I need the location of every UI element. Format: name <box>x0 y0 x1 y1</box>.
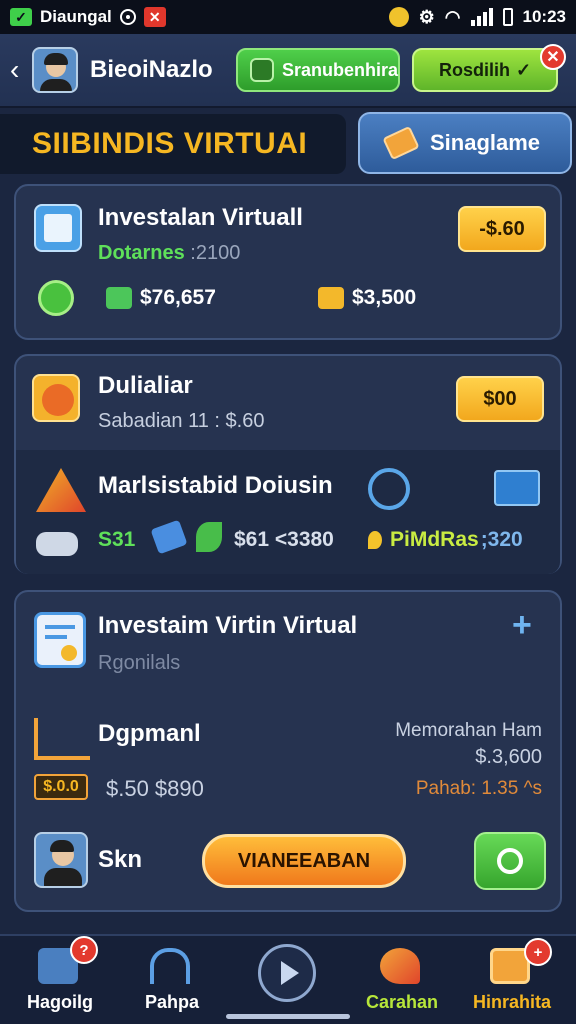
status-time: 10:23 <box>522 7 566 26</box>
nav-item-carahan[interactable]: Carahan <box>352 936 452 1024</box>
status-app-label: Diaungal <box>40 7 112 26</box>
value-chip: $.0.0 <box>34 774 88 800</box>
add-icon[interactable]: + <box>512 606 532 645</box>
stat-money: $76,657 <box>106 286 216 310</box>
card-detail-area <box>16 450 560 574</box>
stat-b: $61 <3380 <box>234 528 334 552</box>
home-indicator[interactable] <box>226 1014 350 1019</box>
nav-item-pahpa[interactable]: Pahpa <box>122 936 222 1024</box>
signal-icon <box>470 8 493 26</box>
plus-badge: + <box>524 938 552 966</box>
right-note: Pahab: 1.35 ^s <box>415 778 542 799</box>
nav-label: Hagoilg <box>27 992 93 1012</box>
battery-icon <box>502 8 513 26</box>
help-badge: ? <box>70 936 98 964</box>
close-icon[interactable]: ✕ <box>540 44 566 70</box>
cart-icon <box>494 470 540 506</box>
row-value: $.50 $890 <box>106 776 204 801</box>
bottom-nav: ? Hagoilg Pahpa Carahan + Hinrahita <box>0 934 576 1024</box>
report-icon <box>34 612 86 668</box>
nav-label: Hinrahita <box>472 992 551 1012</box>
alert-icon: ✕ <box>143 7 166 27</box>
pin-icon <box>368 531 382 549</box>
green-action-label: Sranubenhira <box>281 59 398 80</box>
pawn-icon <box>36 532 78 556</box>
ticket-icon <box>382 125 420 161</box>
card-subtitle: Rgonilals <box>98 652 181 674</box>
stat-gold-value: $3,500 <box>352 286 417 309</box>
right-value: $.3,600 <box>475 746 542 768</box>
card-title: Investalan Virtuall <box>98 204 303 231</box>
price-button[interactable]: $00 <box>456 376 544 422</box>
gear-icon: ⚙ <box>418 6 435 27</box>
page-title: BieoiNazlo <box>90 56 213 83</box>
nav-item-hagoilg[interactable]: ? Hagoilg <box>10 936 110 1024</box>
section-header: SIIBINDIS VIRTUAI Sinaglame <box>0 108 576 174</box>
gold-icon <box>318 287 344 309</box>
back-arrow-icon[interactable]: ‹ <box>10 54 32 86</box>
checkmark-icon: ✓ <box>10 8 32 26</box>
card-title: Investaim Virtin Virtual <box>98 612 358 639</box>
home-icon <box>150 948 190 984</box>
player-avatar[interactable] <box>32 47 78 93</box>
status-bar: ✓ Diaungal ✕ ⚙ ◠ 10:23 <box>0 0 576 34</box>
card-subtitle: Sabadian 11 : $.60 <box>98 410 265 432</box>
nav-label: Carahan <box>365 992 439 1012</box>
stat-a: S31 <box>98 528 135 552</box>
card-title: Dulialiar <box>98 372 193 399</box>
stat-a-value: S31 <box>98 528 136 551</box>
play-button[interactable] <box>258 944 316 1002</box>
play-icon <box>280 961 299 985</box>
investment-card-2[interactable]: Dulialiar Sabadian 11 : $.60 $00 Marlsis… <box>14 354 562 574</box>
primary-action-button[interactable]: VIANEEABAN <box>202 834 406 888</box>
lime-action-label: Rosdilih <box>438 59 510 80</box>
check-icon: ✓ <box>515 59 532 80</box>
stat-c-value: ;320 <box>480 528 523 551</box>
leaf-icon <box>196 522 222 552</box>
green-action-button[interactable]: Sranubenhira <box>236 48 400 92</box>
stat-money-value: $76,657 <box>140 286 216 309</box>
sub-value: :2100 <box>190 242 241 264</box>
right-label: Memorahan Ham <box>395 720 542 741</box>
section-button-label: Sinaglame <box>430 130 541 155</box>
notification-icon <box>388 7 409 27</box>
stat-c-label: PiMdRas <box>390 528 479 551</box>
price-button[interactable]: -$.60 <box>458 206 546 252</box>
wifi-icon: ◠ <box>444 6 461 27</box>
cash-icon <box>106 287 132 309</box>
stat-c: PiMdRas ;320 <box>368 528 523 552</box>
pen-icon <box>380 948 420 984</box>
investment-card-1[interactable]: Investalan Virtuall Dotarnes :2100 -$.60… <box>14 184 562 340</box>
confirm-button[interactable] <box>474 832 546 890</box>
row-title: Dgpmanl <box>98 720 201 747</box>
hammer-icon <box>32 374 80 422</box>
card-subtitle: Dotarnes :2100 <box>98 242 240 265</box>
chart-icon <box>34 718 90 760</box>
row-title: Marlsistabid Doiusin <box>98 472 333 499</box>
section-button[interactable]: Sinaglame <box>358 112 572 174</box>
stat-gold: $3,500 <box>318 286 416 310</box>
investment-card-3[interactable]: Investaim Virtin Virtual + Rgonilals Dgp… <box>14 590 562 912</box>
user-avatar[interactable] <box>34 832 88 888</box>
top-bar: ‹ BieoiNazlo Sranubenhira Rosdilih ✓ ✕ <box>0 34 576 108</box>
section-title: SIIBINDIS VIRTUAI <box>0 114 346 174</box>
coin-green-icon <box>38 280 74 316</box>
badge-icon <box>250 58 274 82</box>
document-icon <box>34 204 82 252</box>
sub-label: Dotarnes <box>98 242 185 264</box>
stat-b-value: $61 <3380 <box>234 528 334 551</box>
nav-label: Pahpa <box>144 992 200 1012</box>
avatar-label: Skn <box>98 846 143 873</box>
ring-icon <box>497 848 523 874</box>
lime-action-button[interactable]: Rosdilih ✓ <box>412 48 558 92</box>
record-icon <box>119 9 136 25</box>
nav-item-hinrahita[interactable]: + Hinrahita <box>462 936 562 1024</box>
clock-icon <box>368 468 410 510</box>
